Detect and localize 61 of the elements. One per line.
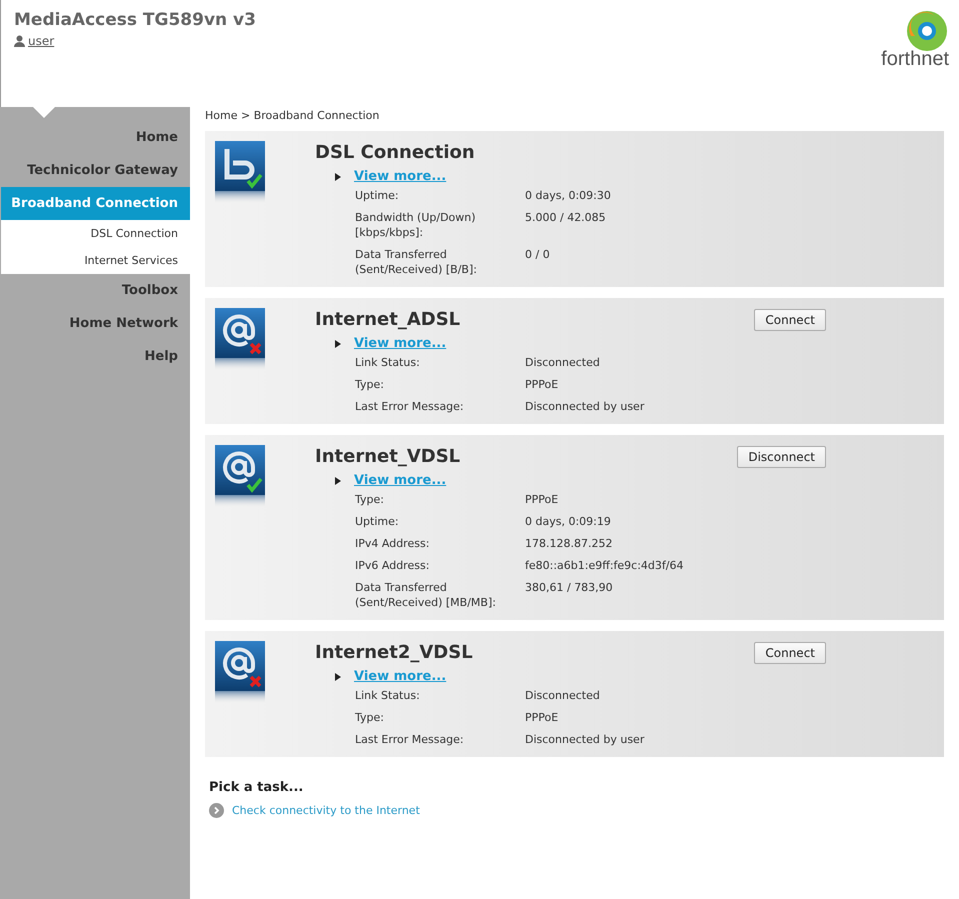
card-title: Internet2_VDSL: [315, 641, 473, 665]
field-label: Bandwidth (Up/Down) [kbps/kbps]:: [355, 210, 477, 240]
card-title: DSL Connection: [315, 141, 475, 165]
field-label: Data Transferred (Sent/Received) [B/B]:: [355, 247, 478, 277]
nav-item[interactable]: Home: [1, 121, 190, 154]
device-title: MediaAccess TG589vn v3: [14, 10, 256, 30]
field-label: Last Error Message:: [355, 732, 465, 747]
triangle-icon: [335, 672, 341, 680]
field-value: PPPoE: [525, 377, 560, 392]
field-label: Uptime:: [355, 514, 400, 529]
field-value: fe80::a6b1:e9ff:fe9c:4d3f/64: [525, 558, 684, 573]
connection-button[interactable]: Disconnect: [737, 446, 826, 468]
breadcrumb: Home > Broadband Connection: [205, 108, 380, 124]
view-more-link[interactable]: View more...: [354, 336, 446, 351]
field-value: Disconnected: [525, 355, 601, 370]
field-value: Disconnected by user: [525, 399, 646, 414]
task-link[interactable]: Check connectivity to the Internet: [232, 804, 420, 817]
field-value: 380,61 / 783,90: [525, 580, 614, 596]
nav-item[interactable]: Technicolor Gateway: [1, 154, 190, 187]
tasks-heading: Pick a task...: [209, 780, 304, 795]
logo-text: forthnet: [881, 48, 949, 71]
field-label: Type:: [355, 710, 385, 725]
field-value: Disconnected by user: [525, 732, 646, 747]
field-value: 0 days, 0:09:30: [525, 188, 612, 203]
connection-button[interactable]: Connect: [754, 309, 826, 331]
field-label: Last Error Message:: [355, 399, 465, 414]
nav-item[interactable]: Broadband Connection: [1, 187, 190, 220]
nav-item[interactable]: DSL Connection: [1, 220, 190, 247]
field-value: PPPoE: [525, 492, 560, 507]
view-more-link[interactable]: View more...: [354, 169, 446, 184]
field-label: Data Transferred (Sent/Received) [MB/MB]:: [355, 580, 497, 610]
field-value: 0 / 0: [525, 247, 551, 263]
field-label: IPv4 Address:: [355, 536, 430, 551]
connection-button[interactable]: Connect: [754, 642, 826, 664]
card-title: Internet_ADSL: [315, 308, 460, 332]
field-value: 5.000 / 42.085: [525, 210, 607, 226]
nav-item[interactable]: Help: [1, 340, 190, 373]
chevron-circle-icon: [209, 803, 224, 818]
field-label: Uptime:: [355, 188, 400, 203]
field-label: Type:: [355, 377, 385, 392]
field-value: 178.128.87.252: [525, 536, 614, 551]
swirl-logo-icon: [905, 10, 949, 52]
triangle-icon: [335, 340, 341, 348]
view-more-link[interactable]: View more...: [354, 669, 446, 684]
triangle-icon: [335, 476, 341, 484]
user-link[interactable]: user: [14, 34, 256, 48]
nav-item[interactable]: Internet Services: [1, 247, 190, 274]
card-title: Internet_VDSL: [315, 445, 460, 469]
field-value: PPPoE: [525, 710, 560, 725]
nav-item[interactable]: Home Network: [1, 307, 190, 340]
view-more-link[interactable]: View more...: [354, 473, 446, 488]
menu-pointer: [33, 107, 55, 118]
field-value: 0 days, 0:09:19: [525, 514, 612, 529]
triangle-icon: [335, 172, 341, 180]
field-label: IPv6 Address:: [355, 558, 430, 573]
nav-item[interactable]: Toolbox: [1, 274, 190, 307]
person-icon: [14, 35, 25, 47]
field-value: Disconnected: [525, 688, 601, 703]
field-label: Link Status:: [355, 688, 421, 703]
field-label: Link Status:: [355, 355, 421, 370]
field-label: Type:: [355, 492, 385, 507]
